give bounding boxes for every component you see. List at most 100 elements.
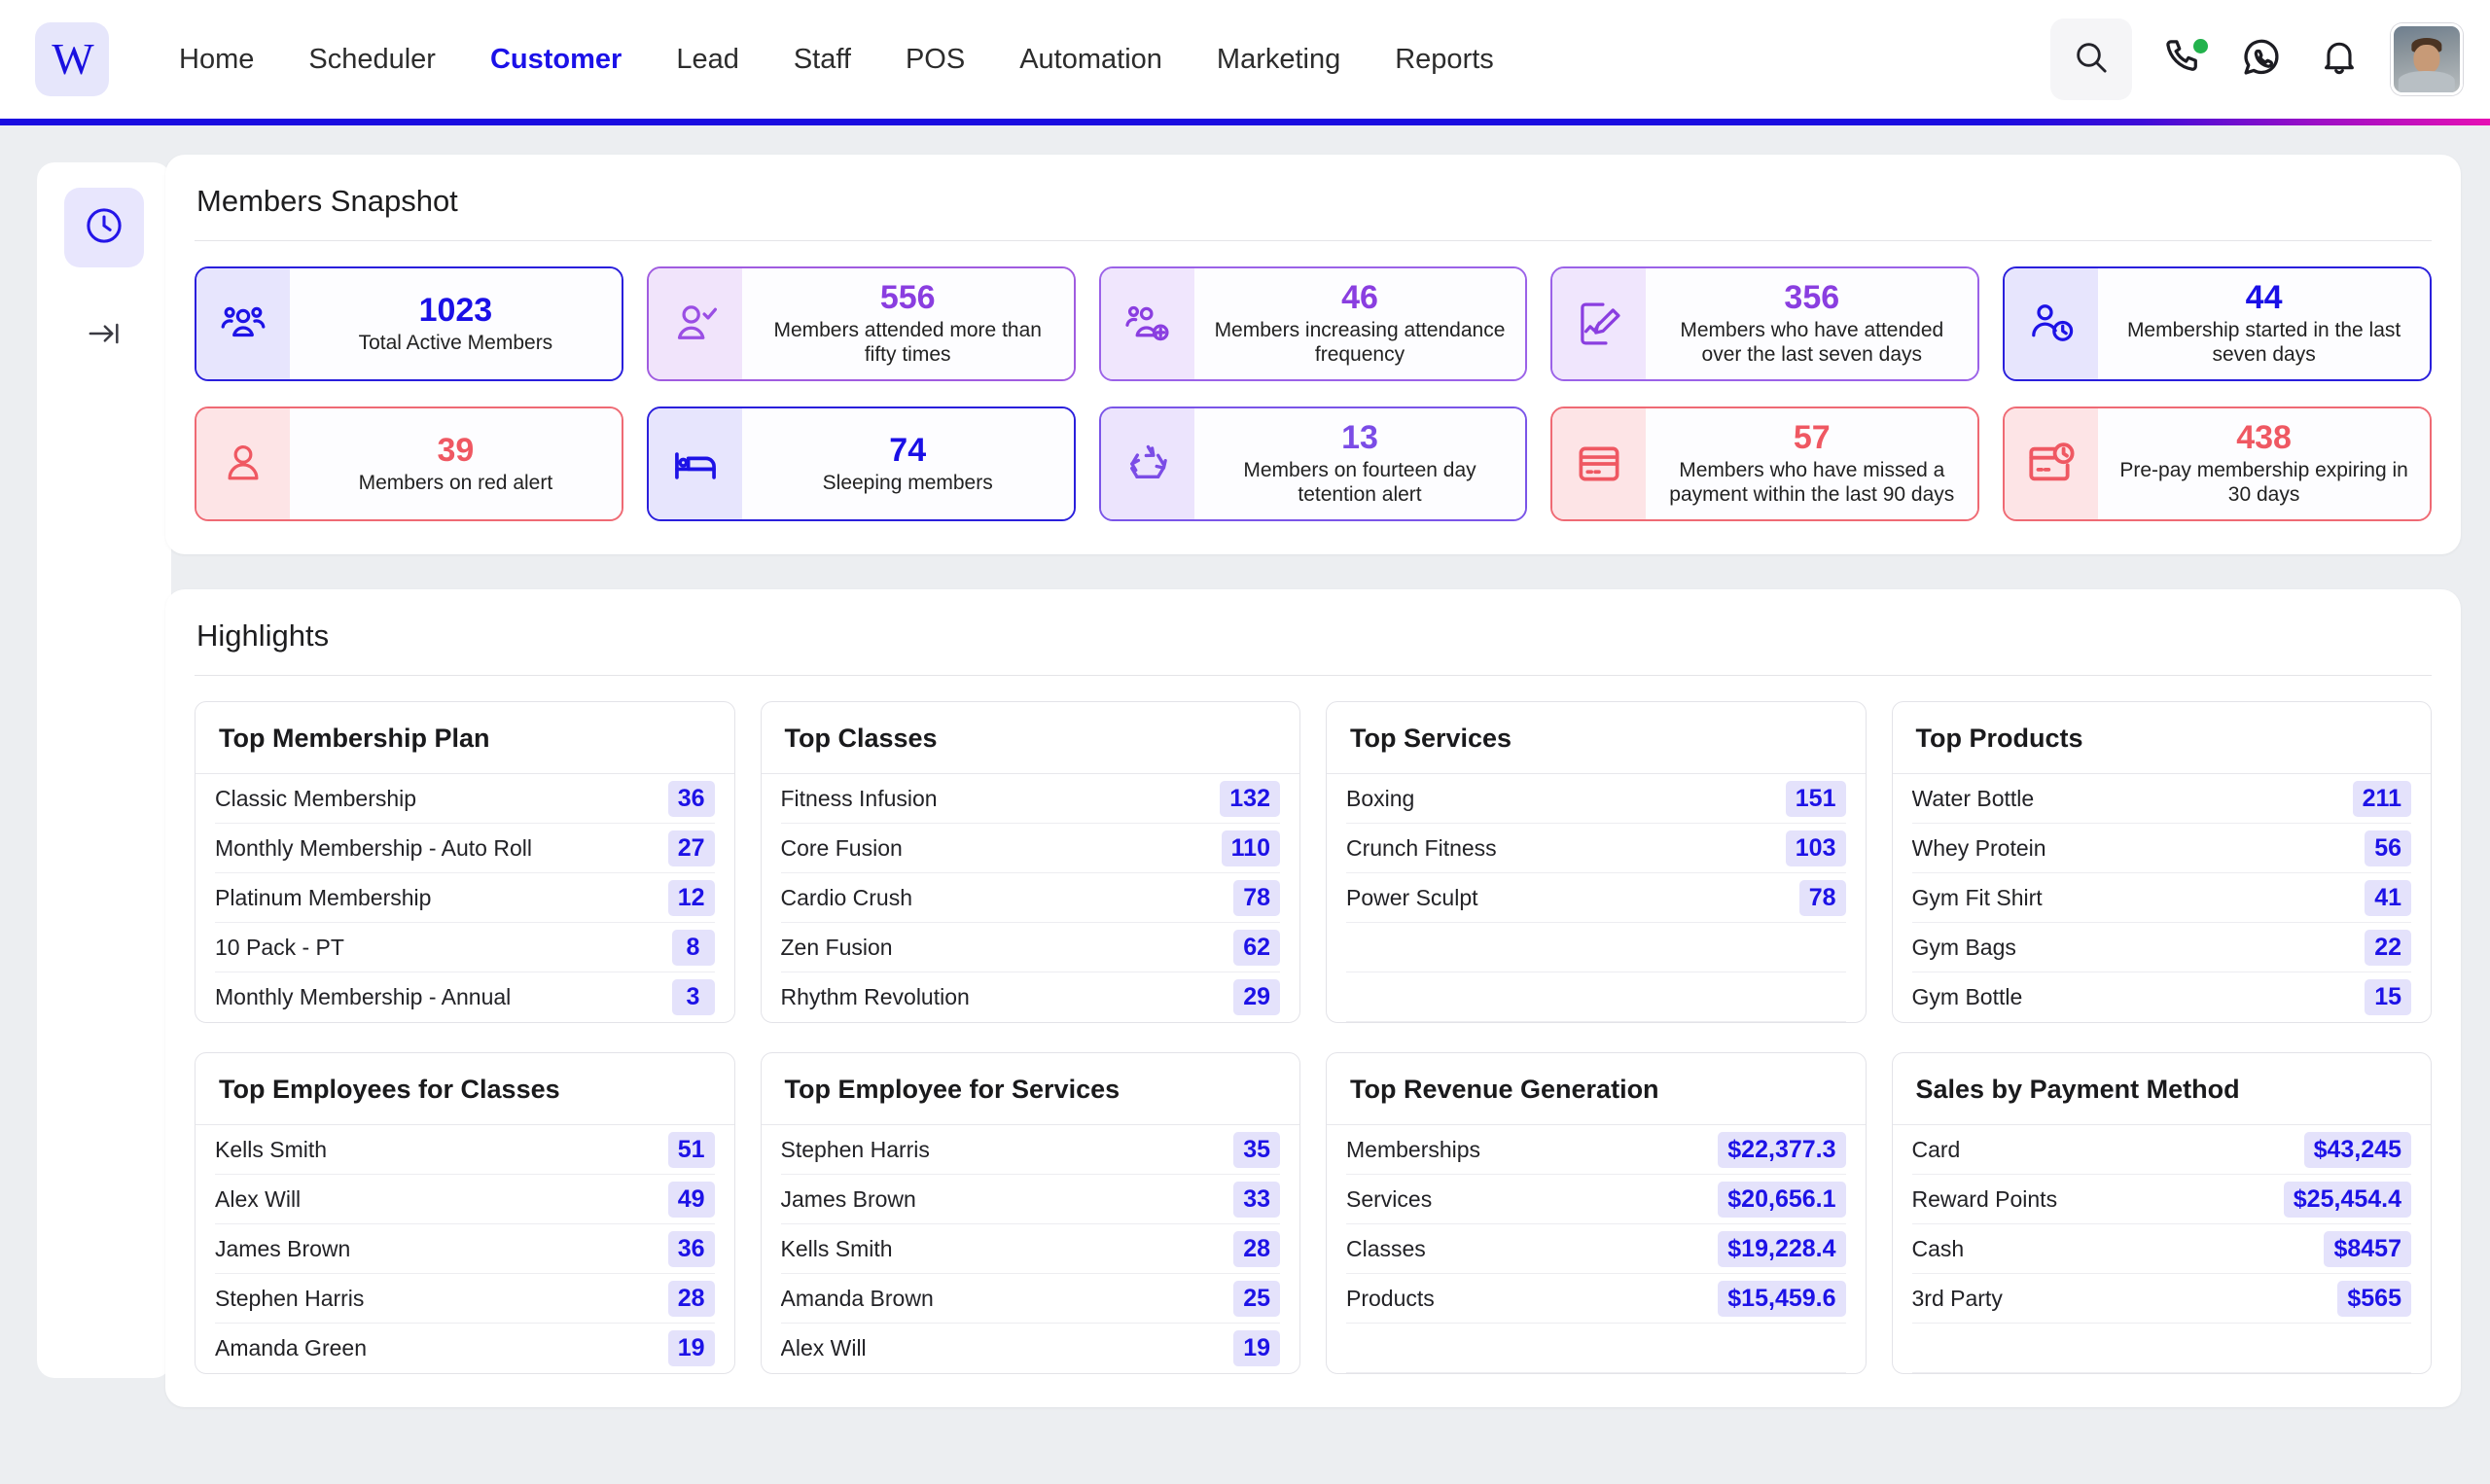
table-row[interactable]: Reward Points $25,454.4 xyxy=(1911,1175,2411,1224)
table-row[interactable]: James Brown 33 xyxy=(780,1175,1280,1224)
snapshot-card-text: 1023 Total Active Members xyxy=(290,268,622,379)
table-row[interactable]: Water Bottle 211 xyxy=(1911,774,2411,824)
row-label: 3rd Party xyxy=(1911,1285,2003,1311)
whatsapp-button[interactable] xyxy=(2235,33,2288,86)
row-value-badge: 56 xyxy=(2365,830,2411,866)
table-row[interactable]: 3rd Party $565 xyxy=(1911,1274,2411,1324)
snapshot-card[interactable]: 46 Members increasing attendance frequenc… xyxy=(1098,266,1528,381)
row-value-badge: 35 xyxy=(1233,1131,1280,1168)
row-label: Stephen Harris xyxy=(215,1285,365,1311)
row-value-badge: $22,377.3 xyxy=(1718,1131,1846,1168)
row-value-badge: $565 xyxy=(2337,1280,2411,1317)
table-row[interactable]: Amanda Brown 25 xyxy=(780,1274,1280,1324)
highlight-card: Top Membership Plan Classic Membership 36 M… xyxy=(195,701,735,1023)
table-row[interactable]: Cash $8457 xyxy=(1911,1224,2411,1274)
table-row[interactable]: Fitness Infusion 132 xyxy=(780,774,1280,824)
table-row[interactable]: Rhythm Revolution 29 xyxy=(781,972,1280,1022)
snapshot-card[interactable]: 39 Members on red alert xyxy=(195,406,623,521)
row-value-badge: 49 xyxy=(667,1181,715,1218)
table-row[interactable]: Core Fusion 110 xyxy=(780,824,1280,873)
table-row[interactable]: Stephen Harris 35 xyxy=(780,1125,1280,1175)
table-row[interactable]: Card $43,245 xyxy=(1911,1125,2411,1175)
search-button[interactable] xyxy=(2050,18,2132,100)
snapshot-card[interactable]: 44 Membership started in the last seven d… xyxy=(2003,266,2432,381)
snapshot-card[interactable]: 74 Sleeping members xyxy=(646,406,1076,521)
highlight-row-list: Stephen Harris 35 James Brown 33 Kells Smith… xyxy=(762,1125,1300,1373)
table-row[interactable]: Products $15,459.6 xyxy=(1346,1274,1846,1324)
table-row[interactable]: Gym Bottle 15 xyxy=(1912,972,2411,1022)
snapshot-card[interactable]: 1023 Total Active Members xyxy=(195,266,623,381)
snapshot-card[interactable]: 356 Members who have attended over the la… xyxy=(1550,266,1980,381)
nav-item-home[interactable]: Home xyxy=(152,34,281,86)
table-row[interactable]: Memberships $22,377.3 xyxy=(1346,1125,1846,1175)
snapshot-card[interactable]: 13 Members on fourteen day tetention aler… xyxy=(1098,406,1528,521)
table-row[interactable]: Platinum Membership 12 xyxy=(215,873,715,923)
nav-item-pos[interactable]: POS xyxy=(878,34,992,86)
table-row[interactable]: Amanda Green 19 xyxy=(215,1324,715,1373)
nav-item-automation[interactable]: Automation xyxy=(992,34,1190,86)
logo-letter: W xyxy=(52,34,93,84)
table-row[interactable]: Boxing 151 xyxy=(1346,774,1846,824)
table-row[interactable]: Power Sculpt 78 xyxy=(1346,873,1846,923)
table-row[interactable]: Alex Will 19 xyxy=(781,1324,1280,1373)
row-label: Power Sculpt xyxy=(1346,884,1478,910)
table-row[interactable]: Crunch Fitness 103 xyxy=(1346,824,1846,873)
row-value-badge: $43,245 xyxy=(2303,1131,2411,1168)
group-add-icon xyxy=(1100,268,1194,379)
snapshot-card[interactable]: 57 Members who have missed a payment with… xyxy=(1550,406,1980,521)
row-value-badge: 211 xyxy=(2352,780,2411,817)
snapshot-card-label: Members who have attended over the last … xyxy=(1680,319,1944,367)
app-logo[interactable]: W xyxy=(35,22,109,96)
bell-icon xyxy=(2318,36,2361,84)
highlight-card: Top Products Water Bottle 211 Whey Protein 5… xyxy=(1891,701,2432,1023)
highlight-card: Sales by Payment Method Card $43,245 Reward… xyxy=(1891,1052,2432,1374)
row-label: Products xyxy=(1346,1285,1435,1311)
nav-item-scheduler[interactable]: Scheduler xyxy=(281,34,463,86)
snapshot-card[interactable]: 556 Members attended more than fifty time… xyxy=(646,266,1076,381)
members-snapshot-panel: Members Snapshot 1023 Total Active Member… xyxy=(165,155,2461,554)
notifications-button[interactable] xyxy=(2313,33,2366,86)
table-row-empty xyxy=(1346,1324,1846,1373)
row-label: Reward Points xyxy=(1911,1185,2058,1212)
row-label: Amanda Brown xyxy=(780,1285,934,1311)
sidebar-collapse-button[interactable] xyxy=(75,310,133,361)
clock-icon xyxy=(82,203,126,253)
snapshot-card-label: Members who have missed a payment within… xyxy=(1669,459,1955,507)
table-row[interactable]: Stephen Harris 28 xyxy=(215,1274,715,1324)
row-value-badge: $15,459.6 xyxy=(1718,1280,1846,1317)
table-row[interactable]: Gym Bags 22 xyxy=(1911,923,2411,972)
phone-call-button[interactable] xyxy=(2157,33,2210,86)
nav-item-lead[interactable]: Lead xyxy=(649,34,766,86)
nav-item-customer[interactable]: Customer xyxy=(463,34,649,86)
table-row[interactable]: Services $20,656.1 xyxy=(1346,1175,1846,1224)
table-row[interactable]: Zen Fusion 62 xyxy=(780,923,1280,972)
sidebar-item-recent[interactable] xyxy=(64,188,144,267)
table-row[interactable]: Classes $19,228.4 xyxy=(1346,1224,1846,1274)
table-row[interactable]: Whey Protein 56 xyxy=(1911,824,2411,873)
table-row[interactable]: Classic Membership 36 xyxy=(215,774,715,824)
table-row[interactable]: Monthly Membership - Annual 3 xyxy=(215,972,715,1022)
table-row[interactable]: Gym Fit Shirt 41 xyxy=(1911,873,2411,923)
nav-item-reports[interactable]: Reports xyxy=(1368,34,1521,86)
table-row[interactable]: Monthly Membership - Auto Roll 27 xyxy=(215,824,715,873)
row-label: Alex Will xyxy=(215,1185,302,1212)
table-row[interactable]: James Brown 36 xyxy=(215,1224,715,1274)
snapshot-card[interactable]: 438 Pre-pay membership expiring in 30 day… xyxy=(2003,406,2432,521)
nav-gradient-divider xyxy=(0,119,2490,125)
row-value-badge: 41 xyxy=(2365,879,2411,916)
row-value-badge: 51 xyxy=(667,1131,715,1168)
table-row[interactable]: Alex Will 49 xyxy=(215,1175,715,1224)
nav-item-marketing[interactable]: Marketing xyxy=(1190,34,1368,86)
row-label: Water Bottle xyxy=(1911,785,2035,811)
table-row[interactable]: 10 Pack - PT 8 xyxy=(215,923,715,972)
snapshot-card-label: Total Active Members xyxy=(358,331,553,354)
table-row[interactable]: Kells Smith 51 xyxy=(215,1125,715,1175)
highlight-card-title: Top Employee for Services xyxy=(761,1053,1299,1125)
table-row[interactable]: Cardio Crush 78 xyxy=(780,873,1280,923)
highlight-card-title: Top Services xyxy=(1327,702,1866,774)
user-avatar[interactable] xyxy=(2391,23,2463,95)
table-row[interactable]: Kells Smith 28 xyxy=(780,1224,1280,1274)
highlight-row-list: Memberships $22,377.3 Services $20,656.1 Cla… xyxy=(1327,1125,1866,1373)
highlight-card-title: Top Revenue Generation xyxy=(1327,1053,1866,1125)
nav-item-staff[interactable]: Staff xyxy=(766,34,878,86)
